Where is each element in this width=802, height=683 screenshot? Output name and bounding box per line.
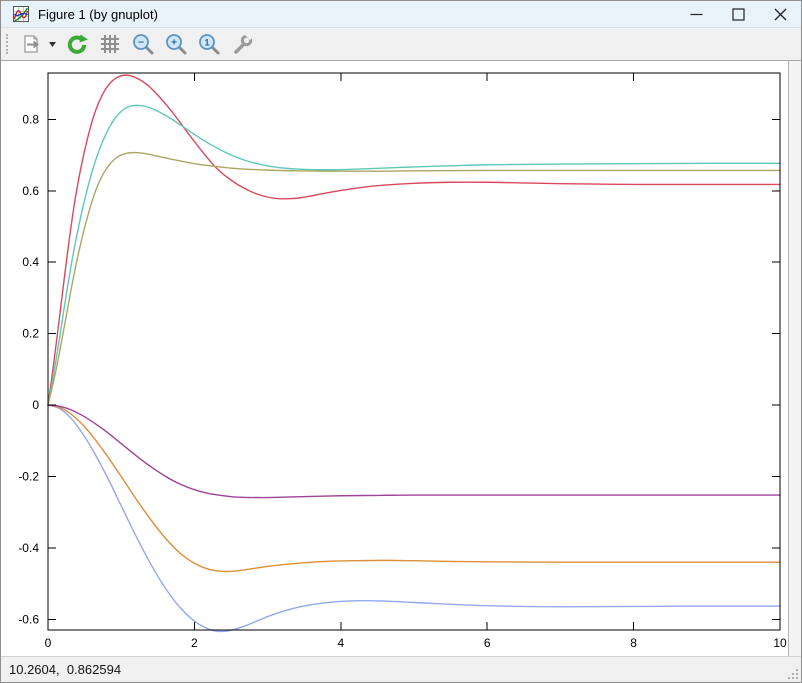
toolbar: − + 1 [1, 28, 801, 61]
y-tick-label: 0.8 [22, 112, 39, 126]
settings-button[interactable] [229, 31, 255, 57]
canvas-row: 0 2 4 6 8 10 -0.6 -0.4 -0.2 0 0.2 0.4 0.6 0.8 [1, 61, 801, 656]
minimize-icon [690, 8, 703, 21]
zoom-reset-magnifier-icon: 1 [197, 32, 221, 56]
x-tick-label: 2 [191, 636, 198, 650]
plot-series [48, 75, 780, 631]
plot-chart: 0 2 4 6 8 10 -0.6 -0.4 -0.2 0 0.2 0.4 0.6 0.8 [1, 61, 789, 656]
grid-icon [98, 32, 122, 56]
y-tick-label: 0.2 [22, 327, 39, 341]
curve-orange [48, 405, 780, 571]
y-tick-label: -0.2 [18, 469, 39, 483]
window-controls [675, 1, 801, 27]
zoom-in-magnifier-icon: + [164, 32, 188, 56]
toolbar-grip[interactable] [6, 34, 9, 54]
curve-purple [48, 405, 780, 497]
close-icon [774, 8, 787, 21]
y-tick-label: 0.6 [22, 184, 39, 198]
svg-text:+: + [171, 38, 177, 49]
statusbar: 10.2604, 0.862594 [1, 656, 801, 682]
curve-red [48, 75, 780, 405]
y-tick-label: -0.6 [18, 612, 39, 626]
plot-canvas[interactable]: 0 2 4 6 8 10 -0.6 -0.4 -0.2 0 0.2 0.4 0.6 0.8 [1, 61, 789, 656]
maximize-button[interactable] [717, 1, 759, 27]
axis-tick-labels: 0 2 4 6 8 10 -0.6 -0.4 -0.2 0 0.2 0.4 0.6 0.8 [18, 112, 787, 650]
export-button[interactable] [18, 31, 44, 57]
titlebar: Figure 1 (by gnuplot) [1, 1, 801, 28]
wrench-icon [230, 32, 254, 56]
x-tick-label: 0 [45, 636, 52, 650]
svg-text:−: − [138, 38, 144, 49]
zoom-in-button[interactable]: + [163, 31, 189, 57]
resize-grip[interactable] [788, 669, 798, 679]
x-tick-label: 4 [337, 636, 344, 650]
cursor-coordinates: 10.2604, 0.862594 [9, 662, 121, 677]
gnuplot-figure-window: Figure 1 (by gnuplot) [0, 0, 802, 683]
close-button[interactable] [759, 1, 801, 27]
y-tick-label: 0 [32, 398, 39, 412]
zoom-out-magnifier-icon: − [131, 32, 155, 56]
curve-olive [48, 153, 780, 405]
x-tick-label: 6 [484, 636, 491, 650]
minimize-button[interactable] [675, 1, 717, 27]
maximize-icon [732, 8, 745, 21]
right-margin-strip [789, 61, 801, 656]
zoom-out-button[interactable]: − [130, 31, 156, 57]
x-tick-label: 8 [630, 636, 637, 650]
window-title: Figure 1 (by gnuplot) [38, 7, 158, 22]
x-tick-label: 10 [773, 636, 787, 650]
grid-toggle-button[interactable] [97, 31, 123, 57]
dropdown-arrow-icon [49, 42, 56, 47]
curve-blue [48, 405, 780, 631]
page-arrow-icon [20, 33, 42, 55]
refresh-icon [65, 32, 89, 56]
zoom-reset-button[interactable]: 1 [196, 31, 222, 57]
y-tick-label: 0.4 [22, 255, 39, 269]
y-tick-label: -0.4 [18, 541, 39, 555]
svg-text:1: 1 [204, 38, 209, 48]
gnuplot-app-icon [13, 6, 29, 22]
replot-button[interactable] [64, 31, 90, 57]
export-dropdown[interactable] [47, 31, 57, 57]
curve-teal [48, 105, 780, 405]
